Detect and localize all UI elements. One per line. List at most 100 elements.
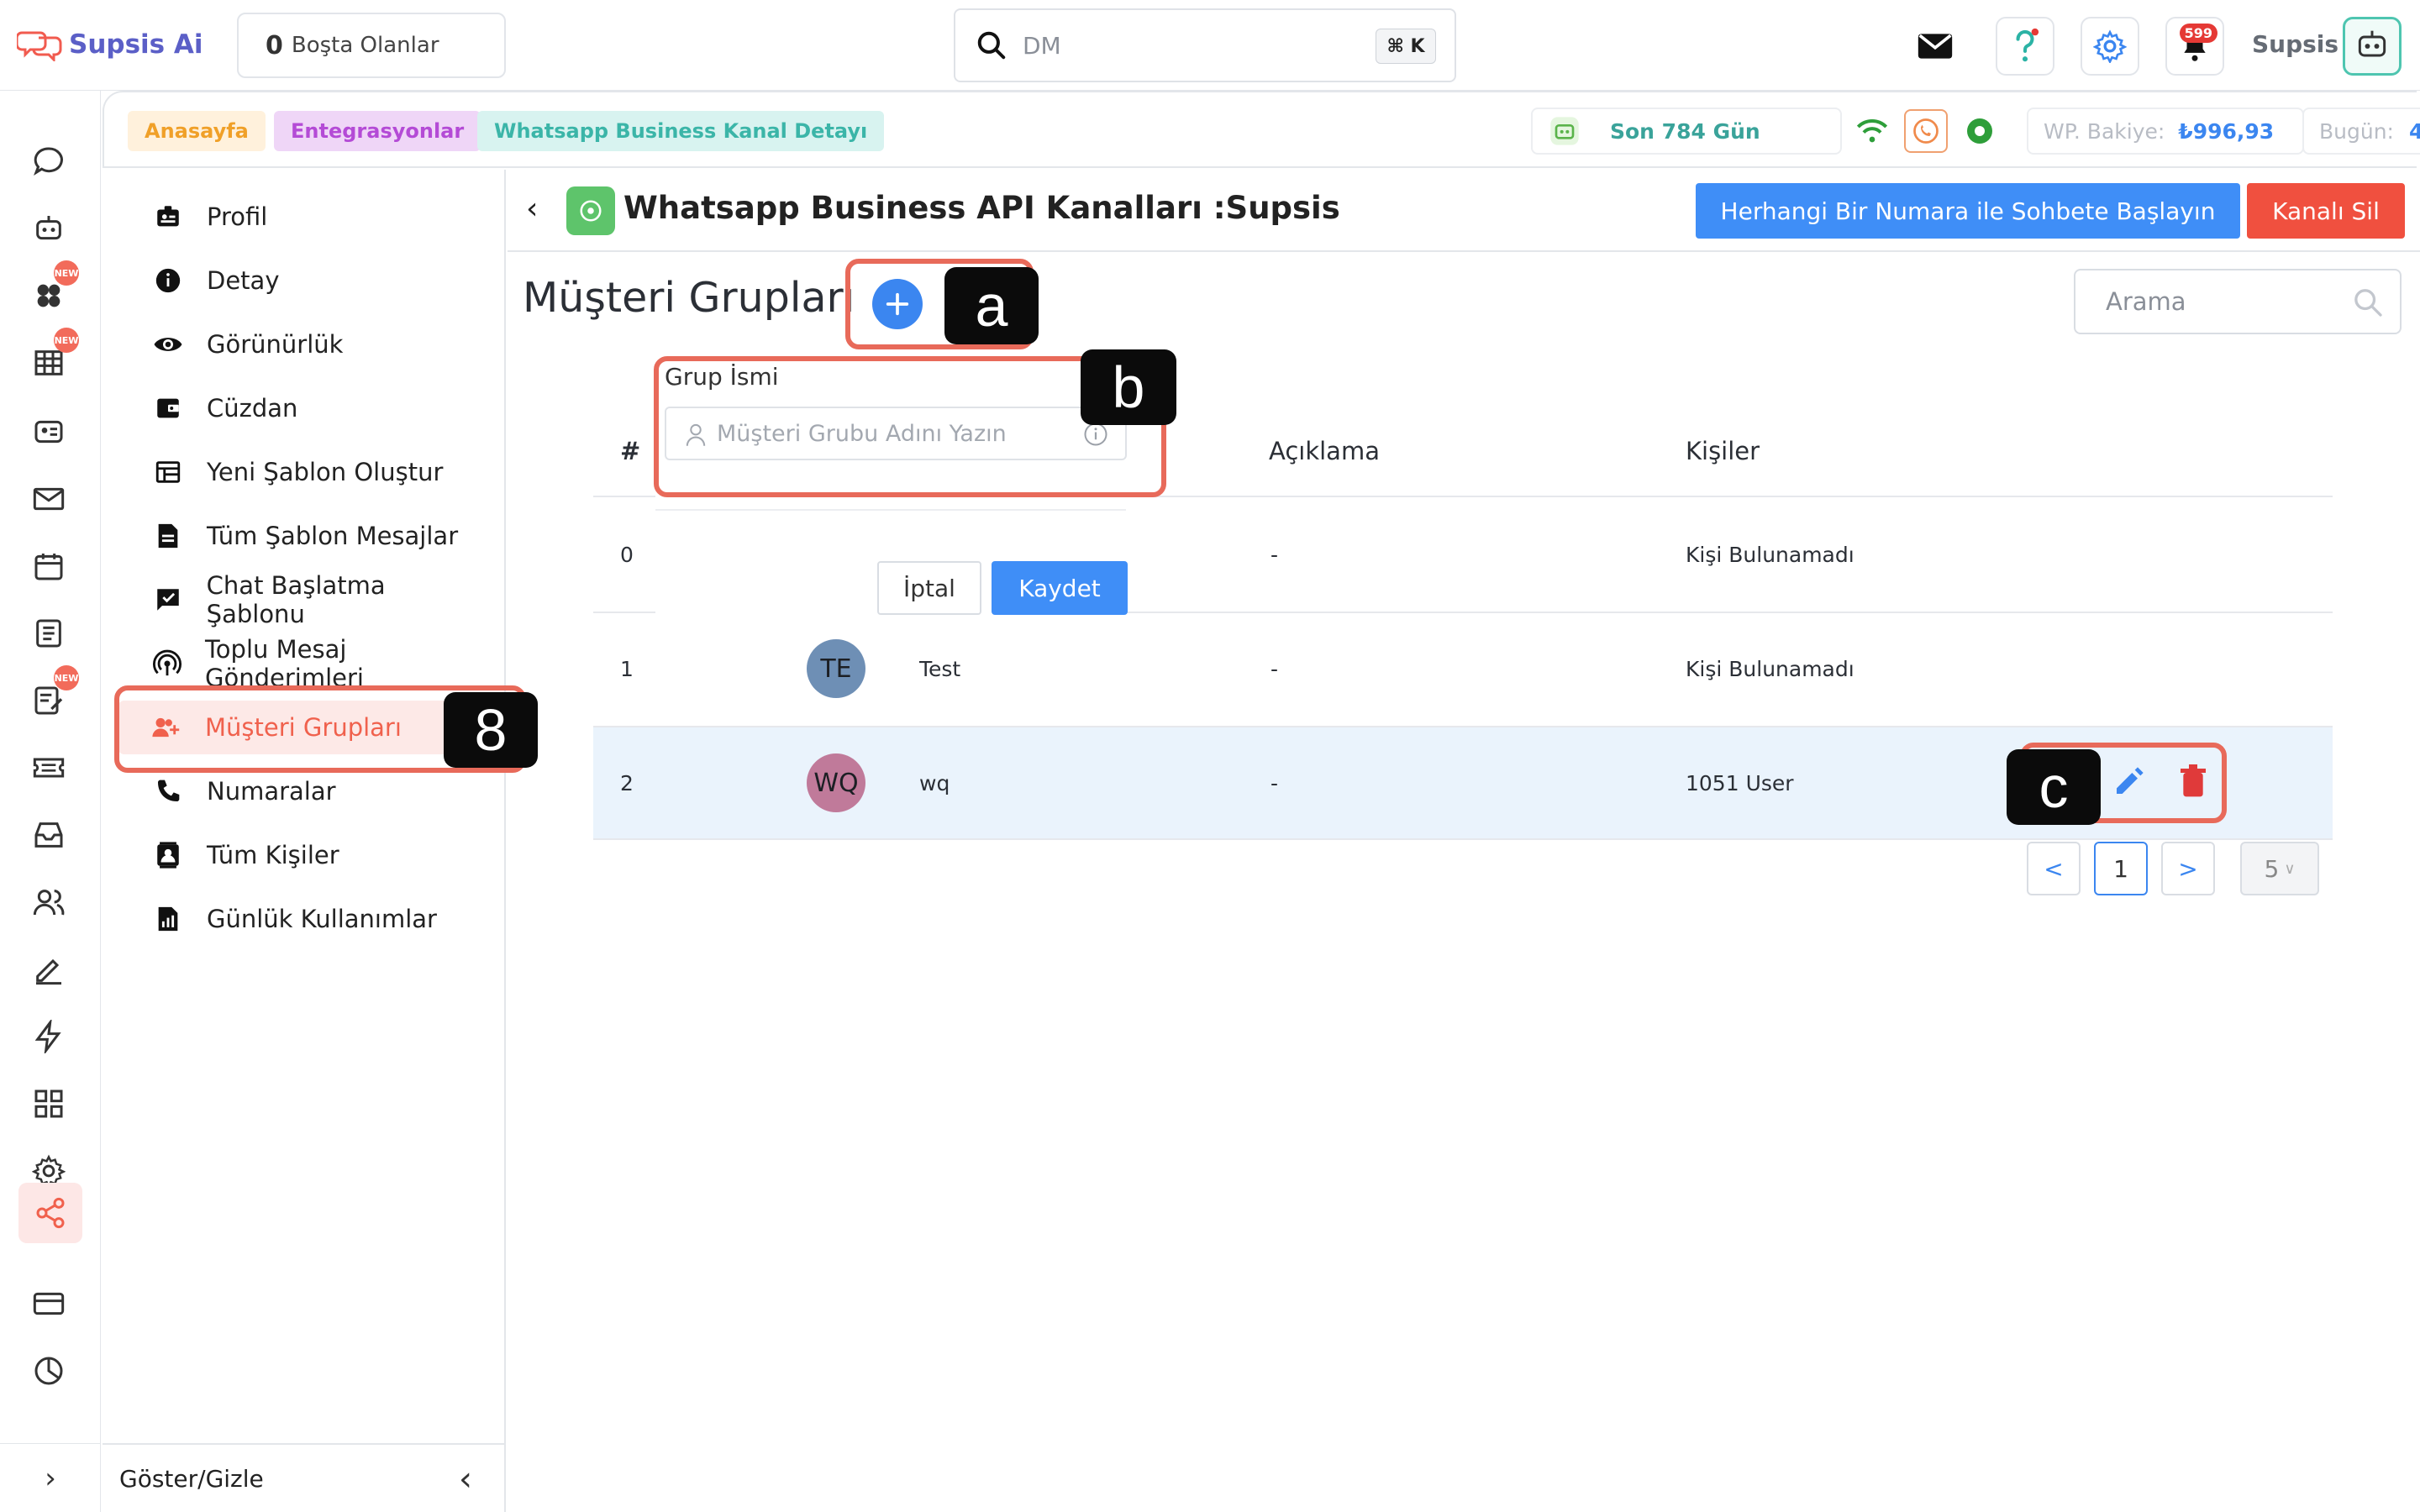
menu-item-label: Görünürlük: [207, 330, 344, 359]
breadcrumb-bar: Anasayfa Entegrasyonlar Whatsapp Busines…: [101, 91, 2420, 170]
idle-agents-box[interactable]: 0 Boşta Olanlar: [237, 13, 506, 78]
today-stat: Bugün: 4 Kas: [2302, 108, 2420, 155]
contacts-icon: [153, 840, 183, 870]
lightning-icon: [34, 1020, 61, 1053]
wallet-icon: [153, 393, 183, 423]
whatsapp-icon: [1913, 118, 1939, 144]
calendar-icon: [34, 554, 63, 580]
dashboard-grid-icon: [34, 1089, 63, 1118]
rail-billing-icon[interactable]: [25, 1280, 72, 1327]
annotation-tag-b: b: [1081, 349, 1176, 425]
menu-item-all-contacts[interactable]: Tüm Kişiler: [119, 828, 489, 882]
rail-calendar-icon[interactable]: [25, 543, 72, 590]
inbox-icon: [34, 822, 63, 848]
row-2-name: wq: [919, 771, 950, 795]
next-page-button[interactable]: >: [2161, 842, 2215, 895]
whatsapp-status-button[interactable]: [1904, 109, 1948, 153]
global-search-input[interactable]: DM ⌘ K: [954, 8, 1456, 82]
rail-notes-icon[interactable]: NEW: [25, 665, 79, 724]
page-size-value: 5: [2264, 854, 2280, 883]
icon-rail: NEW NEW NEW ›: [0, 91, 101, 1512]
new-badge: NEW: [54, 328, 79, 353]
rail-list-icon[interactable]: [25, 610, 72, 657]
chat-check-icon: [153, 585, 183, 615]
brand-name: Supsis Ai: [69, 29, 203, 60]
group-search-input[interactable]: Arama: [2074, 269, 2402, 334]
rail-reports-icon[interactable]: [25, 1347, 72, 1394]
popover-divider: [655, 509, 1126, 511]
breadcrumb-home[interactable]: Anasayfa: [128, 111, 266, 151]
menu-item-visibility[interactable]: Görünürlük: [119, 318, 489, 371]
menu-item-daily-usage[interactable]: Günlük Kullanımlar: [119, 892, 489, 946]
rail-chat-icon[interactable]: [25, 138, 72, 185]
rail-automation-icon[interactable]: [25, 1013, 72, 1060]
user-avatar[interactable]: [2343, 17, 2402, 76]
prev-page-button[interactable]: <: [2027, 842, 2081, 895]
rail-users-icon[interactable]: [25, 879, 72, 926]
delete-channel-button[interactable]: Kanalı Sil: [2247, 183, 2405, 239]
balance-stat: WP. Bakiye: ₺996,93: [2027, 108, 2304, 155]
expand-rail-button[interactable]: ›: [0, 1443, 101, 1512]
balance-label: WP. Bakiye:: [2044, 118, 2165, 144]
menu-item-label: Detay: [207, 266, 280, 295]
rail-apps-icon[interactable]: NEW: [25, 260, 79, 319]
eye-icon: [153, 329, 183, 360]
start-chat-button[interactable]: Herhangi Bir Numara ile Sohbete Başlayın: [1696, 183, 2240, 239]
template-icon: [153, 457, 183, 487]
menu-item-profile[interactable]: Profil: [119, 190, 489, 244]
breadcrumb-integrations[interactable]: Entegrasyonlar: [274, 111, 481, 151]
info-icon: [153, 265, 183, 296]
annotation-tag-8: 8: [444, 692, 538, 768]
row-2-index: 2: [620, 771, 634, 795]
help-button[interactable]: [1996, 17, 2054, 76]
idle-label: Boşta Olanlar: [291, 33, 439, 58]
chevron-left-icon[interactable]: ‹: [459, 1460, 472, 1499]
back-button[interactable]: ‹: [526, 192, 538, 226]
rail-bot-icon[interactable]: [25, 205, 72, 252]
rail-sign-icon[interactable]: [25, 946, 72, 993]
rail-dashboard-icon[interactable]: [25, 1080, 72, 1127]
menu-toggle[interactable]: Göster/Gizle ‹: [103, 1443, 506, 1512]
usage-icon: [153, 904, 183, 934]
mail-button[interactable]: [1906, 17, 1965, 76]
breadcrumb-channel-detail[interactable]: Whatsapp Business Kanal Detayı: [477, 111, 885, 151]
rail-inbox-icon[interactable]: [25, 811, 72, 858]
checklist-icon: [36, 619, 61, 648]
annotation-tag-a: a: [944, 267, 1039, 344]
wifi-icon: [1856, 119, 1888, 143]
row-1-name: Test: [919, 657, 961, 681]
menu-item-label: Chat Başlatma Şablonu: [206, 571, 386, 628]
row-0-description: -: [1270, 543, 1279, 567]
page-1-button[interactable]: 1: [2094, 842, 2148, 895]
page-header: ‹ Whatsapp Business API Kanalları :Supsi…: [508, 170, 2420, 252]
page-size-select[interactable]: 5 ∨: [2240, 842, 2319, 895]
user-name[interactable]: Supsis: [2252, 30, 2338, 58]
top-bar: Supsis Ai 0 Boşta Olanlar DM ⌘ K 599 Sup…: [0, 0, 2420, 91]
menu-item-bulk-messages[interactable]: Toplu Mesaj Gönderimleri: [119, 635, 489, 692]
settings-button[interactable]: [2081, 17, 2139, 76]
row-2-people: 1051 User: [1686, 771, 1794, 795]
notification-count-badge: 599: [2179, 24, 2217, 43]
menu-item-label: Numaralar: [207, 777, 336, 806]
days-text: Son 784 Gün: [1610, 118, 1760, 144]
rail-integrations-icon[interactable]: [18, 1183, 82, 1243]
row-1-description: -: [1270, 657, 1279, 681]
row-2-avatar: WQ: [807, 753, 865, 812]
brand-logo[interactable]: Supsis Ai: [17, 25, 203, 64]
document-icon: [153, 521, 183, 551]
rail-mail-icon[interactable]: [25, 475, 72, 522]
menu-item-wallet[interactable]: Cüzdan: [119, 381, 489, 435]
menu-item-detail[interactable]: Detay: [119, 254, 489, 307]
save-button[interactable]: Kaydet: [992, 561, 1128, 615]
menu-item-all-templates[interactable]: Tüm Şablon Mesajlar: [119, 509, 489, 563]
rail-ticket-icon[interactable]: [25, 744, 72, 791]
cancel-button[interactable]: İptal: [877, 561, 981, 615]
chat-bubble-icon: [34, 147, 63, 176]
pie-chart-icon: [34, 1357, 63, 1385]
notifications-button[interactable]: 599: [2165, 17, 2224, 76]
rail-table-icon[interactable]: NEW: [25, 328, 79, 386]
balance-value: ₺996,93: [2178, 118, 2275, 144]
rail-contact-card-icon[interactable]: [25, 408, 72, 455]
menu-item-new-template[interactable]: Yeni Şablon Oluştur: [119, 445, 489, 499]
menu-item-chat-start-template[interactable]: Chat Başlatma Şablonu: [119, 571, 489, 628]
